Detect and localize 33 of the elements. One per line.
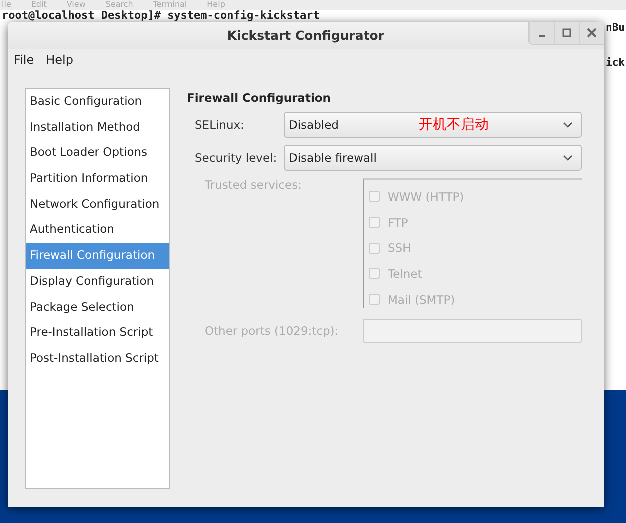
checkbox-label: WWW (HTTP) bbox=[388, 190, 464, 204]
checkbox-label: Mail (SMTP) bbox=[388, 292, 456, 307]
checkbox-label: Telnet bbox=[388, 266, 422, 281]
annotation-text: 开机不启动 bbox=[419, 116, 489, 134]
sidebar-item[interactable]: Display Configuration bbox=[26, 268, 169, 294]
maximize-icon bbox=[562, 28, 572, 38]
sidebar-item[interactable]: Basic Configuration bbox=[26, 89, 169, 115]
sidebar-item[interactable]: Authentication bbox=[26, 217, 169, 244]
field-label: Trusted services: bbox=[204, 178, 303, 194]
sidebar-item[interactable]: Pre-Installation Script bbox=[26, 320, 169, 346]
section-heading: Firewall Configuration bbox=[187, 91, 332, 105]
checkbox-label: FTP bbox=[388, 216, 408, 230]
terminal-command: root@localhost Desktop]# system-config-kickstart bbox=[1, 10, 321, 22]
sidebar-item[interactable]: Boot Loader Options bbox=[26, 140, 169, 166]
sidebar-item[interactable]: Post-Installation Script bbox=[26, 346, 169, 372]
menu-item[interactable]: File bbox=[14, 53, 34, 71]
terminal-text: ick bbox=[605, 57, 625, 70]
field-label: SELinux: bbox=[194, 118, 246, 132]
close-icon bbox=[587, 28, 597, 38]
field-label: Security level: bbox=[194, 151, 278, 165]
sidebar-item[interactable]: Network Configuration bbox=[26, 192, 169, 218]
field-label: Other ports (1029:tcp): bbox=[204, 324, 340, 338]
menu-item[interactable]: Help bbox=[46, 53, 74, 71]
chevron-icon bbox=[563, 122, 573, 128]
terminal-text: nBu bbox=[605, 22, 625, 35]
sidebar-item[interactable]: Partition Information bbox=[26, 166, 169, 192]
window-title: Kickstart Configurator bbox=[227, 28, 385, 43]
minimize-icon bbox=[539, 35, 545, 37]
security-level-dropdown[interactable]: Disable firewall bbox=[284, 145, 582, 171]
sidebar-item[interactable]: Package Selection bbox=[26, 294, 169, 320]
chevron-icon bbox=[563, 155, 573, 161]
checkbox-label: SSH bbox=[388, 241, 412, 256]
sidebar-item[interactable]: Installation Method bbox=[26, 114, 169, 140]
